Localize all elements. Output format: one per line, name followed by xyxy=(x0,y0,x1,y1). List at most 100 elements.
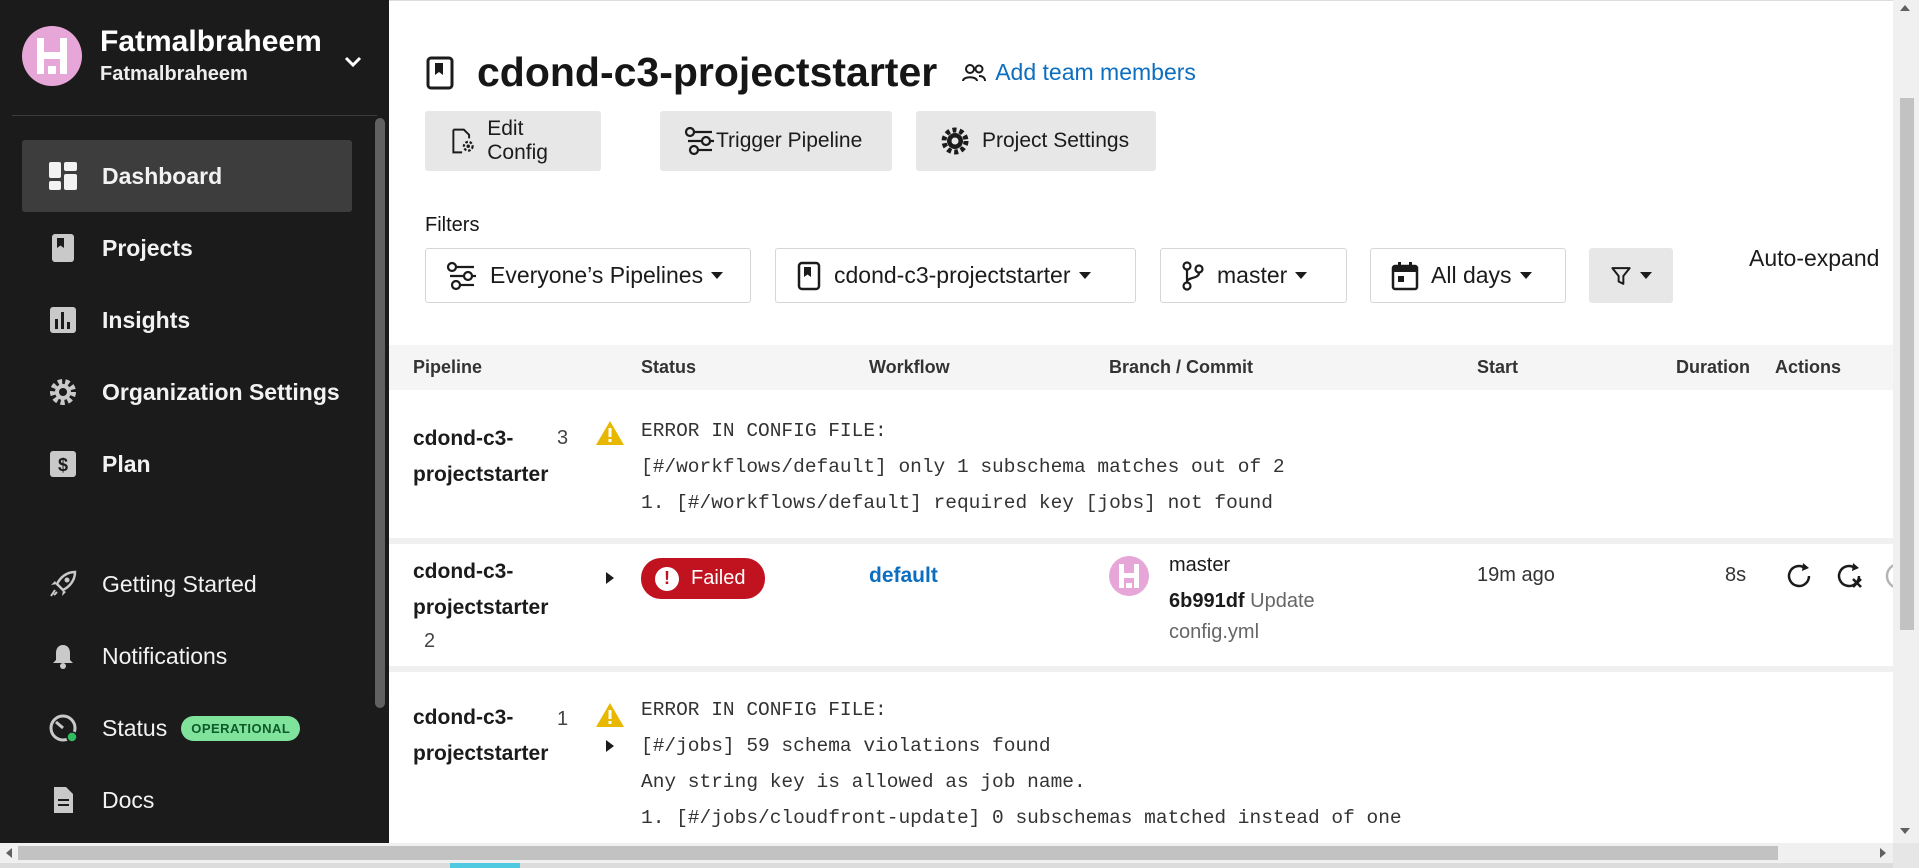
rerun-icon[interactable] xyxy=(1783,560,1815,592)
chevron-down-icon[interactable] xyxy=(342,50,364,72)
pipeline-name[interactable]: cdond-c3- projectstarter xyxy=(413,421,563,493)
gear-icon xyxy=(48,377,78,407)
project-settings-button[interactable]: Project Settings xyxy=(916,111,1156,171)
commit-hash: 6b991df xyxy=(1169,590,1245,612)
scroll-left-arrow-icon[interactable] xyxy=(6,848,12,858)
pipelines-filter-value: Everyone’s Pipelines xyxy=(490,262,704,288)
branch-filter-dropdown[interactable]: master xyxy=(1160,248,1347,303)
scroll-corner xyxy=(1893,843,1919,868)
cancel-icon[interactable] xyxy=(1883,560,1893,592)
horizontal-scroll-thumb[interactable] xyxy=(18,846,1778,860)
warning-icon xyxy=(596,703,624,727)
column-header: Branch / Commit xyxy=(1109,357,1254,377)
sidebar-item-getting-started[interactable]: Getting Started xyxy=(22,548,352,620)
projects-icon xyxy=(48,233,78,263)
pipeline-icon xyxy=(684,126,714,156)
duration: 8s xyxy=(1725,564,1747,586)
sidebar-item-dashboard[interactable]: Dashboard xyxy=(22,140,352,212)
column-header: Pipeline xyxy=(413,357,483,377)
sidebar-item-insights[interactable]: Insights xyxy=(22,284,352,356)
commit-message: config.yml xyxy=(1169,621,1260,643)
svg-text:$: $ xyxy=(58,455,68,475)
table-row[interactable]: cdond-c3- projectstarter 2 ! Failed defa… xyxy=(389,544,1893,666)
divider xyxy=(12,115,377,116)
table-row[interactable]: cdond-c3- projectstarter 1 ERROR IN CONF… xyxy=(389,672,1893,843)
sidebar: Fatmalbraheem Fatmalbraheem Dashboard Pr… xyxy=(0,0,389,843)
sidebar-item-label: Plan xyxy=(102,450,151,477)
sidebar-item-label: Projects xyxy=(102,234,193,261)
row-actions xyxy=(1783,560,1893,592)
pipeline-name[interactable]: cdond-c3- projectstarter xyxy=(413,554,563,626)
filters-label: Filters xyxy=(425,214,480,236)
sidebar-item-plan[interactable]: $ Plan xyxy=(22,428,352,500)
caret-down-icon xyxy=(1078,272,1091,279)
sidebar-item-label: Dashboard xyxy=(102,162,223,189)
vertical-scroll-thumb[interactable] xyxy=(1900,98,1914,630)
caret-down-icon xyxy=(1295,272,1308,279)
dashboard-icon xyxy=(48,161,78,191)
expand-arrow-icon[interactable] xyxy=(606,572,614,584)
project-settings-label: Project Settings xyxy=(982,129,1130,152)
caret-down-icon xyxy=(711,272,724,279)
config-error-message: ERROR IN CONFIG FILE: [#/jobs] 59 schema … xyxy=(641,699,1402,829)
scroll-up-arrow-icon[interactable] xyxy=(1900,5,1910,11)
status-badge: OPERATIONAL xyxy=(181,715,301,741)
trigger-pipeline-label: Trigger Pipeline xyxy=(716,129,863,152)
workflow-link[interactable]: default xyxy=(869,564,938,588)
file-gear-icon xyxy=(452,128,474,154)
sidebar-item-docs[interactable]: Docs xyxy=(22,764,352,836)
scroll-down-arrow-icon[interactable] xyxy=(1900,828,1910,834)
branch-filter-value: master xyxy=(1217,262,1288,288)
failed-status-badge[interactable]: ! Failed xyxy=(641,558,766,599)
sidebar-item-notifications[interactable]: Notifications xyxy=(22,620,352,692)
sidebar-item-label: Status xyxy=(102,714,168,741)
sidebar-item-label: Organization Settings xyxy=(102,378,340,405)
trigger-pipeline-button[interactable]: Trigger Pipeline xyxy=(660,111,892,171)
dollar-icon: $ xyxy=(48,449,78,479)
pipeline-number: 3 xyxy=(557,427,569,449)
scroll-right-arrow-icon[interactable] xyxy=(1880,848,1886,858)
pipeline-icon xyxy=(446,261,476,290)
column-header: Start xyxy=(1477,357,1519,377)
avatar xyxy=(1109,556,1149,596)
table-row[interactable]: cdond-c3- projectstarter 3 ERROR IN CONF… xyxy=(389,390,1893,538)
commit-info[interactable]: 6b991df Update config.yml xyxy=(1169,586,1369,648)
sidebar-item-label: Insights xyxy=(102,306,191,333)
sidebar-item-status[interactable]: Status OPERATIONAL xyxy=(22,692,352,764)
sidebar-item-label: Notifications xyxy=(102,642,228,669)
exclamation-icon: ! xyxy=(655,566,679,591)
org-subtitle: Fatmalbraheem xyxy=(100,63,248,85)
pipeline-name[interactable]: cdond-c3- projectstarter xyxy=(413,700,563,772)
gauge-icon xyxy=(48,713,78,743)
rerun-failed-icon[interactable] xyxy=(1833,560,1865,592)
bottom-strip xyxy=(0,863,1893,868)
expand-arrow-icon[interactable] xyxy=(606,740,614,752)
sidebar-scrollbar[interactable] xyxy=(375,118,385,708)
column-header: Workflow xyxy=(869,357,950,377)
sidebar-item-projects[interactable]: Projects xyxy=(22,212,352,284)
caret-down-icon xyxy=(1640,272,1652,279)
start-time: 19m ago xyxy=(1477,564,1555,586)
pipeline-number: 2 xyxy=(424,630,436,652)
funnel-icon xyxy=(1611,266,1631,285)
insights-icon xyxy=(48,305,78,335)
auto-expand-toggle[interactable]: Auto-expand xyxy=(1749,245,1879,272)
days-filter-dropdown[interactable]: All days xyxy=(1370,248,1566,303)
project-filter-dropdown[interactable]: cdond-c3-projectstarter xyxy=(775,248,1136,303)
branch-name: master xyxy=(1169,554,1231,576)
pipelines-filter-dropdown[interactable]: Everyone’s Pipelines xyxy=(425,248,751,303)
add-team-members-label: Add team members xyxy=(995,59,1196,85)
days-filter-value: All days xyxy=(1431,262,1512,288)
status-label: Failed xyxy=(691,567,746,589)
add-team-members-link[interactable]: Add team members xyxy=(961,59,1196,86)
sidebar-item-organization-settings[interactable]: Organization Settings xyxy=(22,356,352,428)
doc-icon xyxy=(48,785,78,815)
filter-menu-button[interactable] xyxy=(1589,248,1673,303)
edit-config-button[interactable]: Edit Config xyxy=(425,111,601,171)
project-bookmark-icon xyxy=(797,261,821,290)
sidebar-item-label: Getting Started xyxy=(102,570,257,597)
page-title: cdond-c3-projectstarter xyxy=(477,49,938,95)
project-header: cdond-c3-projectstarter Add team members xyxy=(425,49,1196,96)
org-switcher[interactable]: Fatmalbraheem Fatmalbraheem xyxy=(22,25,322,86)
rocket-icon xyxy=(48,569,78,599)
